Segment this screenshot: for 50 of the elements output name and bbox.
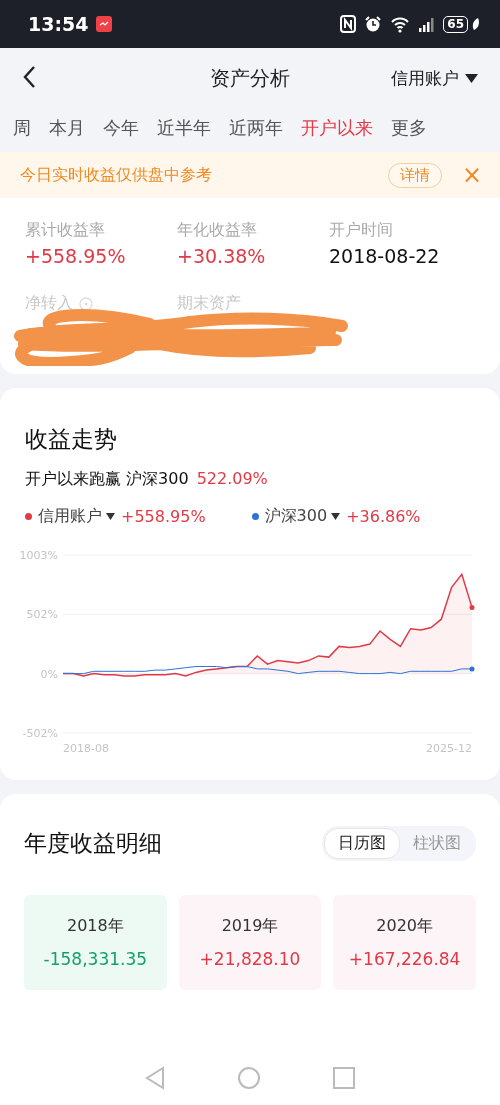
axis-label: 502% [26,608,58,622]
app-notification-icon [96,16,113,32]
section-title: 年度收益明细 [24,829,162,858]
metric-value: +558.95% [25,245,127,267]
alarm-icon [364,15,383,33]
metric-value: 2018-08-22 [329,245,441,267]
signal-icon [418,15,436,33]
caret-icon [106,513,115,520]
leaf-icon [471,17,480,31]
end-point [469,604,475,610]
battery-level: 65 [443,15,468,33]
metric-label: 累计收益率 [25,220,106,241]
series-dropdown[interactable]: 信用账户 [38,506,115,527]
comparison-text: 开户以来跑赢 沪深300 [25,469,189,490]
wifi-icon [390,15,411,33]
axis-label: 1003% [20,549,58,562]
period-tab[interactable]: 今年 [94,116,148,140]
comparison-value: 522.09% [196,469,268,490]
info-icon [79,296,93,311]
metric-label: 年化收益率 [177,220,258,241]
year-tile[interactable]: 2019年 +21,828.10 [178,895,322,990]
year-tile[interactable]: 2020年 +167,226.84 [333,895,476,990]
period-tab[interactable]: 开户以来 [292,116,382,140]
period-tab[interactable]: 近半年 [148,116,220,140]
axis-label: 2018-08 [63,742,109,755]
year-tile[interactable]: 2018年 -158,331.35 [24,895,167,990]
metric-label: 开户时间 [329,220,394,241]
metric-value: +30.38% [177,245,267,267]
section-title: 收益走势 [25,425,118,454]
caret-icon [331,513,341,520]
series-return: +36.86% [346,507,421,526]
period-tab[interactable]: 近两年 [220,116,292,140]
axis-label: -502% [22,727,58,740]
axis-label: 2025-12 [426,742,472,755]
end-point [469,666,475,672]
clock-time: 13:54 [28,13,89,35]
home-icon[interactable] [237,1065,261,1090]
recents-icon[interactable] [333,1066,355,1089]
page-title: 资产分析 [210,64,290,92]
series-return: +558.95% [121,507,206,526]
period-tab[interactable]: 本月 [40,116,94,140]
caret-icon [465,73,478,83]
account-dropdown[interactable]: 信用账户 [391,66,478,90]
period-tab[interactable]: 周 [4,116,40,140]
back-icon[interactable] [145,1065,165,1090]
view-tab[interactable]: 日历图 [324,828,400,859]
nfc-icon [340,15,357,33]
notice-text: 今日实时收益仅供盘中参考 [20,164,213,186]
series-dropdown[interactable]: 沪深300 [264,506,341,527]
period-tab[interactable]: 更多 [382,116,436,140]
